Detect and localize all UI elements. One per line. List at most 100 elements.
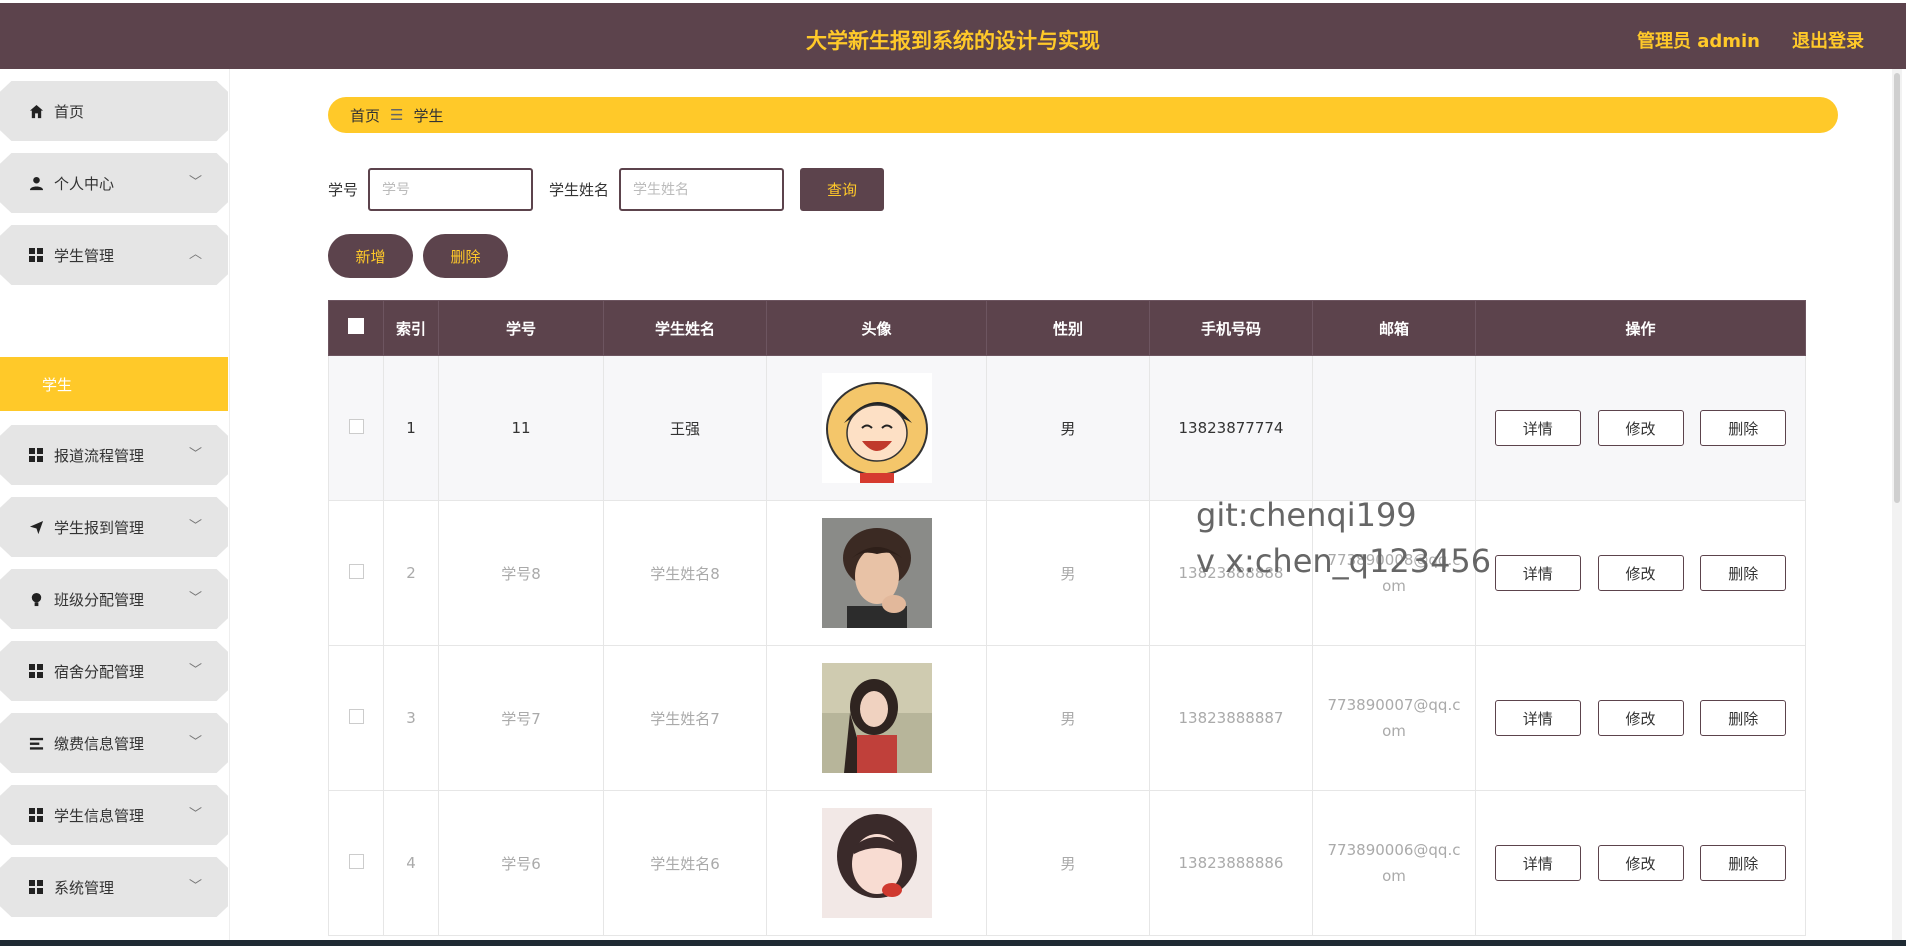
phone-cell: 13823888887 xyxy=(1149,645,1313,791)
detail-button[interactable]: 详情 xyxy=(1494,555,1581,591)
table-row: 3 学号7 学生姓名7 男 13823888887 773890007@qq.c… xyxy=(328,645,1806,791)
phone-cell: 13823877774 xyxy=(1149,355,1313,501)
sidebar-item-label: 个人中心 xyxy=(54,174,115,193)
student-name-label: 学生姓名 xyxy=(549,181,610,199)
sidebar-item-label: 学生报到管理 xyxy=(54,518,145,537)
sidebar-item-personal-center[interactable]: 个人中心 ﹀ xyxy=(0,153,228,213)
breadcrumb-current: 学生 xyxy=(413,106,444,125)
sidebar-item-label: 学生管理 xyxy=(54,246,115,265)
column-header: 学生姓名 xyxy=(603,300,767,356)
logout-button[interactable]: 退出登录 xyxy=(1792,27,1864,53)
chevron-down-icon: ﹀ xyxy=(188,591,202,606)
student-id-input[interactable] xyxy=(368,168,534,211)
student-name-cell: 王强 xyxy=(603,355,767,501)
row-checkbox[interactable] xyxy=(348,853,364,869)
send-icon xyxy=(28,519,44,535)
sidebar-item-process-management[interactable]: 报道流程管理 ﹀ xyxy=(0,425,228,485)
gender-cell: 男 xyxy=(986,355,1150,501)
student-id-cell: 11 xyxy=(438,355,604,501)
chevron-up-icon: ︿ xyxy=(188,247,202,262)
student-name-cell: 学生姓名8 xyxy=(603,500,767,646)
row-checkbox[interactable] xyxy=(348,708,364,724)
delete-button[interactable]: 删除 xyxy=(1700,700,1787,736)
chevron-down-icon: ﹀ xyxy=(188,663,202,678)
select-all-checkbox[interactable] xyxy=(348,318,364,334)
detail-button[interactable]: 详情 xyxy=(1494,410,1581,446)
column-header: 邮箱 xyxy=(1312,300,1476,356)
sidebar-item-label: 学生信息管理 xyxy=(54,806,145,825)
delete-button[interactable]: 删除 xyxy=(1700,410,1787,446)
avatar xyxy=(821,518,932,628)
chevron-down-icon: ﹀ xyxy=(188,735,202,750)
select-all-cell[interactable] xyxy=(328,300,384,356)
column-header: 性别 xyxy=(986,300,1150,356)
bulk-delete-button[interactable]: 删除 xyxy=(423,234,508,278)
gender-cell: 男 xyxy=(986,790,1150,936)
index-cell: 1 xyxy=(383,355,439,501)
top-bar: 大学新生报到系统的设计与实现 管理员 admin 退出登录 xyxy=(0,3,1906,69)
sidebar-item-label: 系统管理 xyxy=(54,878,115,897)
student-id-cell: 学号8 xyxy=(438,500,604,646)
column-header: 索引 xyxy=(383,300,439,356)
table-row: 1 11 王强 男 13823877774 详情 修改 删除 xyxy=(328,355,1806,501)
phone-cell: 13823888886 xyxy=(1149,790,1313,936)
column-header: 头像 xyxy=(766,300,987,356)
query-button[interactable]: 查询 xyxy=(800,168,885,211)
sidebar-item-label: 班级分配管理 xyxy=(54,590,145,609)
index-cell: 2 xyxy=(383,500,439,646)
detail-button[interactable]: 详情 xyxy=(1494,845,1581,881)
delete-button[interactable]: 删除 xyxy=(1700,555,1787,591)
user-icon xyxy=(28,175,44,191)
row-checkbox[interactable] xyxy=(348,563,364,579)
edit-button[interactable]: 修改 xyxy=(1597,845,1684,881)
edit-button[interactable]: 修改 xyxy=(1597,410,1684,446)
student-id-cell: 学号6 xyxy=(438,790,604,936)
student-table: 索引 学号 学生姓名 头像 性别 手机号码 邮箱 操作 1 11 王强 男 13… xyxy=(328,300,1806,936)
email-cell: 773890008@qq.com xyxy=(1327,551,1461,595)
detail-button[interactable]: 详情 xyxy=(1494,700,1581,736)
row-checkbox[interactable] xyxy=(348,418,364,434)
sidebar-item-label: 宿舍分配管理 xyxy=(54,662,145,681)
edit-button[interactable]: 修改 xyxy=(1597,700,1684,736)
sidebar-item-student-info-management[interactable]: 学生信息管理 ﹀ xyxy=(0,785,228,845)
column-header: 学号 xyxy=(438,300,604,356)
sidebar-item-dorm-management[interactable]: 宿舍分配管理 ﹀ xyxy=(0,641,228,701)
email-cell: 773890007@qq.com xyxy=(1327,696,1461,740)
sidebar-item-label: 报道流程管理 xyxy=(54,446,145,465)
scrollbar-thumb[interactable] xyxy=(1894,73,1900,503)
student-name-input[interactable] xyxy=(619,168,785,211)
sidebar-item-class-management[interactable]: 班级分配管理 ﹀ xyxy=(0,569,228,629)
home-icon xyxy=(28,103,44,119)
grid-icon xyxy=(28,879,44,895)
delete-button[interactable]: 删除 xyxy=(1700,845,1787,881)
breadcrumb: 首页 ☰ 学生 xyxy=(328,97,1838,133)
action-bar: 新增 删除 xyxy=(328,234,508,278)
add-button[interactable]: 新增 xyxy=(328,234,413,278)
sidebar-subitem-student[interactable]: 学生 xyxy=(0,357,228,411)
index-cell: 4 xyxy=(383,790,439,936)
breadcrumb-home[interactable]: 首页 xyxy=(350,105,380,126)
taskbar-strip xyxy=(0,940,1906,946)
chevron-down-icon: ﹀ xyxy=(188,447,202,462)
sidebar-item-report-management[interactable]: 学生报到管理 ﹀ xyxy=(0,497,228,557)
sidebar-item-system-management[interactable]: 系统管理 ﹀ xyxy=(0,857,228,917)
vertical-scrollbar[interactable] xyxy=(1892,69,1902,946)
edit-button[interactable]: 修改 xyxy=(1597,555,1684,591)
sidebar-item-home[interactable]: 首页 xyxy=(0,81,228,141)
chevron-down-icon: ﹀ xyxy=(188,519,202,534)
admin-user-link[interactable]: 管理员 admin xyxy=(1637,27,1760,53)
column-header: 操作 xyxy=(1475,300,1806,356)
sidebar-item-payment-management[interactable]: 缴费信息管理 ﹀ xyxy=(0,713,228,773)
app-title: 大学新生报到系统的设计与实现 xyxy=(806,29,1100,53)
student-id-cell: 学号7 xyxy=(438,645,604,791)
column-header: 手机号码 xyxy=(1149,300,1313,356)
student-name-cell: 学生姓名7 xyxy=(603,645,767,791)
bulb-icon xyxy=(28,591,44,607)
sidebar-item-student-management[interactable]: 学生管理 ︿ xyxy=(0,225,228,285)
chevron-down-icon: ﹀ xyxy=(188,175,202,190)
avatar xyxy=(821,663,932,773)
table-row: 4 学号6 学生姓名6 男 13823888886 773890006@qq.c… xyxy=(328,790,1806,936)
table-header-row: 索引 学号 学生姓名 头像 性别 手机号码 邮箱 操作 xyxy=(328,300,1806,356)
grid-icon xyxy=(28,247,44,263)
table-row: 2 学号8 学生姓名8 男 13823888888 773890008@qq.c… xyxy=(328,500,1806,646)
